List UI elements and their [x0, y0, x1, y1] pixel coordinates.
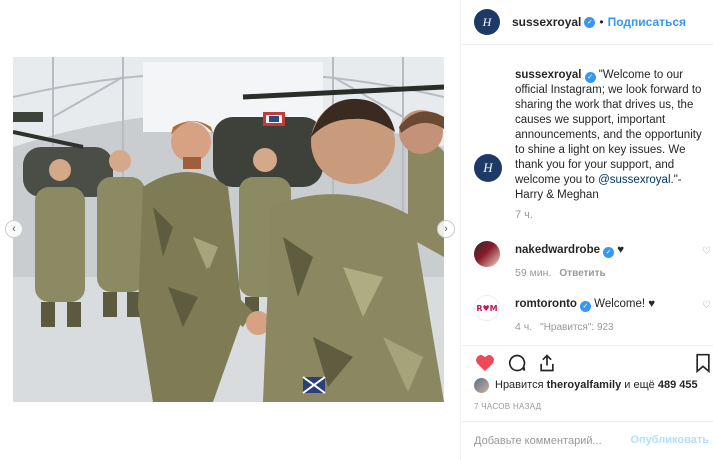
heart-filled-icon[interactable] [474, 352, 496, 374]
verified-badge-icon: ✓ [579, 301, 591, 312]
caption-text: sussexroyal ✓ "Welcome to our official In… [515, 68, 711, 203]
liker-username[interactable]: theroyalfamily [547, 379, 622, 391]
verified-badge-icon: ✓ [584, 72, 596, 83]
header-separator: • [599, 15, 604, 29]
account-avatar[interactable]: H [474, 9, 500, 35]
publish-button[interactable]: Опубликовать [630, 434, 709, 446]
post-photo[interactable] [13, 57, 444, 402]
follow-button[interactable]: Подписаться [608, 15, 686, 29]
post-timestamp[interactable]: 7 ЧАСОВ НАЗАД [474, 402, 541, 411]
comment-meta: 59 мин. Ответить [515, 267, 606, 279]
verified-badge-icon: ✓ [603, 247, 614, 258]
likes-connector: и ещё [624, 379, 655, 391]
caption-avatar-monogram: H [483, 160, 493, 175]
photo-illustration [13, 57, 444, 402]
comment-meta: 4 ч. "Нравится": 923 [515, 321, 614, 333]
commenter-avatar[interactable]: R♥M [474, 295, 500, 321]
commenter-username[interactable]: nakedwardrobe [515, 244, 600, 256]
comment-like-heart-icon[interactable]: ♡ [702, 300, 711, 311]
caption-timestamp[interactable]: 7 ч. [515, 209, 533, 221]
comment-time[interactable]: 59 мин. [515, 267, 551, 279]
comment-bubble-icon[interactable] [506, 352, 528, 374]
comments-section: H sussexroyal ✓ "Welcome to our official … [462, 46, 713, 341]
reply-button[interactable]: Ответить [559, 268, 605, 279]
account-username[interactable]: sussexroyal [512, 15, 581, 29]
avatar-monogram: H [482, 14, 492, 29]
add-comment-bar: Опубликовать [462, 421, 713, 460]
bookmark-icon[interactable] [692, 352, 713, 374]
liker-avatar[interactable] [474, 377, 489, 393]
comment-body: romtoronto ✓ Welcome! ♥ [515, 297, 685, 312]
action-bar [462, 345, 713, 375]
comment-input[interactable] [474, 435, 624, 447]
comment-time[interactable]: 4 ч. [515, 321, 532, 333]
verified-badge-icon: ✓ [584, 16, 596, 28]
chevron-right-icon[interactable]: › [437, 220, 455, 238]
caption-author-avatar[interactable]: H [474, 154, 502, 182]
comment-like-heart-icon[interactable]: ♡ [702, 246, 711, 257]
commenter-username[interactable]: romtoronto [515, 298, 577, 310]
commenter-avatar-logo: R♥M [476, 303, 498, 313]
chevron-left-icon[interactable]: ‹ [5, 220, 23, 238]
media-pane: ‹ › [0, 0, 461, 460]
likes-count[interactable]: 489 455 [658, 379, 698, 391]
comment-likes-count[interactable]: "Нравится": 923 [540, 322, 613, 333]
caption-mention-link[interactable]: @sussexroyal [598, 174, 670, 186]
share-arrow-icon[interactable] [536, 352, 558, 374]
likes-prefix: Нравится [495, 379, 544, 391]
caption-username[interactable]: sussexroyal [515, 69, 582, 81]
likes-summary: Нравится theroyalfamily и ещё 489 455 [474, 377, 698, 393]
comment-body: nakedwardrobe ✓ ♥ [515, 243, 685, 258]
post-details-pane: H sussexroyal ✓ • Подписаться H sussexro… [462, 0, 713, 460]
commenter-avatar[interactable] [474, 241, 500, 267]
comment-text: Welcome! ♥ [594, 298, 656, 310]
post-header: H sussexroyal ✓ • Подписаться [462, 0, 713, 45]
comment-text: ♥ [617, 244, 625, 256]
caption-body: "Welcome to our official Instagram; we l… [515, 69, 702, 186]
